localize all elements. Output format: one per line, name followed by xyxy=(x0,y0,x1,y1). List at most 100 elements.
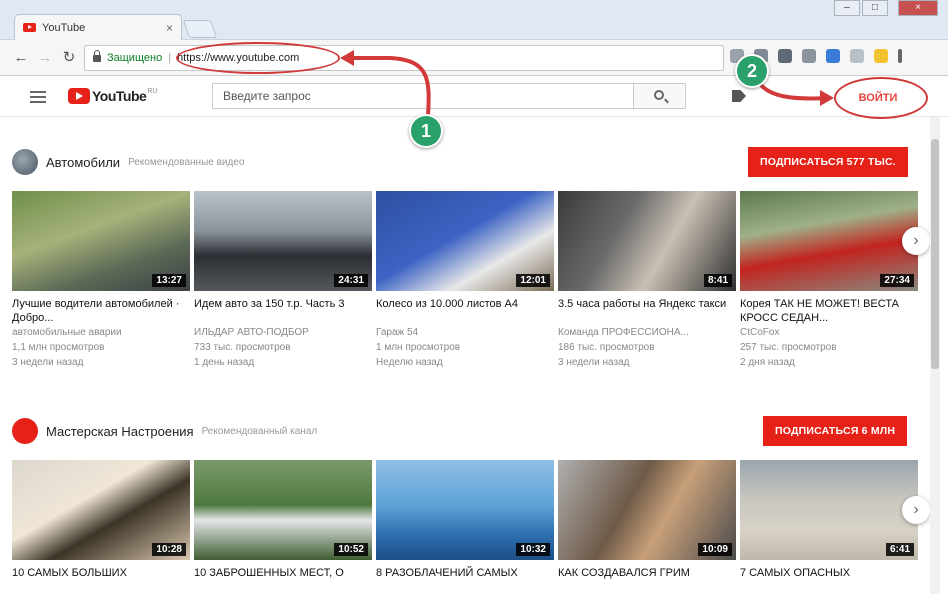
window-close-button[interactable]: × xyxy=(898,0,938,16)
video-channel[interactable]: CtCoFox xyxy=(740,325,918,340)
subscribe-button[interactable]: ПОДПИСАТЬСЯ 577 ТЫС. xyxy=(748,147,908,177)
video-thumbnail[interactable]: 6:41 xyxy=(740,460,918,560)
video-thumbnail[interactable]: 24:31 xyxy=(194,191,372,291)
video-channel[interactable]: Команда ПРОФЕССИОНА... xyxy=(558,325,736,340)
subscribe-button[interactable]: ПОДПИСАТЬСЯ 6 МЛН xyxy=(763,416,908,446)
video-card[interactable]: 27:34 Корея ТАК НЕ МОЖЕТ! ВЕСТА КРОСС СЕ… xyxy=(740,191,918,370)
youtube-favicon-icon xyxy=(23,23,36,32)
channel-meta: Рекомендованный канал xyxy=(201,425,318,437)
video-card[interactable]: 10:32 8 РАЗОБЛАЧЕНИЙ САМЫХ xyxy=(376,460,554,594)
channel-name[interactable]: Мастерская Настроения xyxy=(46,424,194,439)
translate-icon[interactable] xyxy=(826,49,840,63)
video-thumbnail[interactable]: 27:34 xyxy=(740,191,918,291)
video-views: 186 тыс. просмотров xyxy=(558,342,655,353)
hamburger-menu-icon[interactable] xyxy=(30,91,46,103)
drive-icon[interactable] xyxy=(778,49,792,63)
video-date: Неделю назад xyxy=(376,357,443,368)
signin-highlight-ring xyxy=(834,77,928,119)
browser-titlebar: YouTube × – □ × xyxy=(0,0,948,40)
video-card[interactable]: 13:27 Лучшие водители автомобилей · Добр… xyxy=(12,191,190,370)
url-separator: | xyxy=(168,52,172,64)
menu-dots-icon[interactable] xyxy=(898,49,902,63)
tab-close-icon[interactable]: × xyxy=(166,21,173,35)
shelf-header: Автомобили Рекомендованные видео xyxy=(12,148,244,176)
video-duration: 8:41 xyxy=(703,274,732,287)
address-toolbar: ← → ↻ Защищено | https://www.youtube.com xyxy=(0,40,948,76)
video-views: 1,1 млн просмотров xyxy=(12,342,105,353)
new-tab-button[interactable] xyxy=(182,20,218,38)
video-title[interactable]: 7 САМЫХ ОПАСНЫХ xyxy=(740,566,918,594)
video-thumbnail[interactable]: 10:32 xyxy=(376,460,554,560)
video-card[interactable]: 24:31 Идем авто за 150 т.р. Часть 3 ИЛЬД… xyxy=(194,191,372,370)
video-title[interactable]: 3.5 часа работы на Яндекс такси xyxy=(558,297,736,325)
shelf-next-button[interactable]: › xyxy=(902,496,930,524)
video-title[interactable]: 8 РАЗОБЛАЧЕНИЙ САМЫХ xyxy=(376,566,554,594)
search-input[interactable]: Введите запрос xyxy=(212,83,634,109)
channel-avatar[interactable] xyxy=(12,149,38,175)
video-title[interactable]: Корея ТАК НЕ МОЖЕТ! ВЕСТА КРОСС СЕДАН... xyxy=(740,297,918,325)
video-thumbnail[interactable]: 13:27 xyxy=(12,191,190,291)
video-duration: 24:31 xyxy=(334,274,368,287)
shelf-next-button[interactable]: › xyxy=(902,227,930,255)
channel-avatar[interactable] xyxy=(12,418,38,444)
annotation-marker-2: 2 xyxy=(735,54,769,88)
maximize-button[interactable]: □ xyxy=(862,0,888,16)
video-duration: 10:09 xyxy=(698,543,732,556)
upload-icon[interactable] xyxy=(732,90,746,102)
video-card[interactable]: 10:28 10 САМЫХ БОЛЬШИХ xyxy=(12,460,190,594)
video-thumbnail[interactable]: 8:41 xyxy=(558,191,736,291)
back-arrow-icon[interactable]: ← xyxy=(12,49,30,67)
youtube-logo[interactable]: YouTube RU xyxy=(68,88,157,104)
search-button[interactable] xyxy=(634,83,686,109)
browser-tab[interactable]: YouTube × xyxy=(14,14,182,40)
youtube-header: YouTube RU Введите запрос ВОЙТИ xyxy=(0,77,948,117)
video-date: 3 недели назад xyxy=(12,357,84,368)
video-duration: 27:34 xyxy=(880,274,914,287)
video-thumbnail[interactable]: 12:01 xyxy=(376,191,554,291)
video-title[interactable]: Колесо из 10.000 листов А4 xyxy=(376,297,554,325)
video-duration: 10:32 xyxy=(516,543,550,556)
scrollbar-thumb[interactable] xyxy=(931,139,939,369)
lock-icon xyxy=(93,49,101,62)
video-thumbnail[interactable]: 10:52 xyxy=(194,460,372,560)
reload-icon[interactable]: ↻ xyxy=(60,49,78,67)
video-duration: 6:41 xyxy=(885,543,914,556)
video-thumbnail[interactable]: 10:09 xyxy=(558,460,736,560)
page-scrollbar[interactable] xyxy=(930,117,940,594)
video-duration: 12:01 xyxy=(516,274,550,287)
minimize-button[interactable]: – xyxy=(834,0,860,16)
shelf-header: Мастерская Настроения Рекомендованный ка… xyxy=(12,417,317,445)
video-views: 1 млн просмотров xyxy=(376,342,461,353)
video-title[interactable]: Идем авто за 150 т.р. Часть 3 xyxy=(194,297,372,325)
search-icon xyxy=(654,90,664,100)
channel-name[interactable]: Автомобили xyxy=(46,155,120,170)
video-card[interactable]: 10:52 10 ЗАБРОШЕННЫХ МЕСТ, О xyxy=(194,460,372,594)
tab-title: YouTube xyxy=(42,21,86,34)
video-views: 733 тыс. просмотров xyxy=(194,342,291,353)
video-title[interactable]: 10 ЗАБРОШЕННЫХ МЕСТ, О xyxy=(194,566,372,594)
secure-label: Защищено xyxy=(107,52,163,64)
video-channel[interactable]: ИЛЬДАР АВТО-ПОДБОР xyxy=(194,325,372,340)
video-card[interactable]: 8:41 3.5 часа работы на Яндекс такси Ком… xyxy=(558,191,736,370)
video-thumbnail[interactable]: 10:28 xyxy=(12,460,190,560)
video-title[interactable]: Лучшие водители автомобилей · Добро... xyxy=(12,297,190,325)
video-title[interactable]: 10 САМЫХ БОЛЬШИХ xyxy=(12,566,190,594)
channel-meta: Рекомендованные видео xyxy=(128,156,245,168)
url-highlight-ring xyxy=(176,42,340,74)
video-card[interactable]: 10:09 КАК СОЗДАВАЛСЯ ГРИМ xyxy=(558,460,736,594)
video-card[interactable]: 6:41 7 САМЫХ ОПАСНЫХ xyxy=(740,460,918,594)
video-duration: 10:52 xyxy=(334,543,368,556)
video-channel[interactable]: Гараж 54 xyxy=(376,325,554,340)
video-card[interactable]: 12:01 Колесо из 10.000 листов А4 Гараж 5… xyxy=(376,191,554,370)
video-duration: 13:27 xyxy=(152,274,186,287)
video-views: 257 тыс. просмотров xyxy=(740,342,837,353)
bookmark-icon[interactable] xyxy=(850,49,864,63)
video-date: 3 недели назад xyxy=(558,357,630,368)
youtube-play-icon xyxy=(68,88,90,104)
video-title[interactable]: КАК СОЗДАВАЛСЯ ГРИМ xyxy=(558,566,736,594)
yandex-icon[interactable] xyxy=(874,49,888,63)
logo-region: RU xyxy=(147,88,158,95)
cast-icon[interactable] xyxy=(802,49,816,63)
forward-arrow-icon[interactable]: → xyxy=(36,49,54,67)
video-channel[interactable]: автомобильные аварии xyxy=(12,325,190,340)
